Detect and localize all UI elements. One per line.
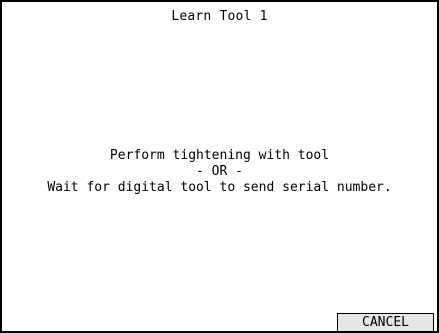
screen-title: Learn Tool 1 (171, 9, 268, 24)
instruction-line-or: - OR - (196, 164, 243, 179)
learn-tool-screen: Learn Tool 1 Perform tightening with too… (0, 0, 439, 333)
instruction-line-perform: Perform tightening with tool (109, 148, 330, 163)
instruction-line-wait: Wait for digital tool to send serial num… (47, 180, 392, 195)
cancel-button[interactable]: CANCEL (337, 313, 434, 331)
instruction-message: Perform tightening with tool - OR - Wait… (2, 148, 437, 196)
